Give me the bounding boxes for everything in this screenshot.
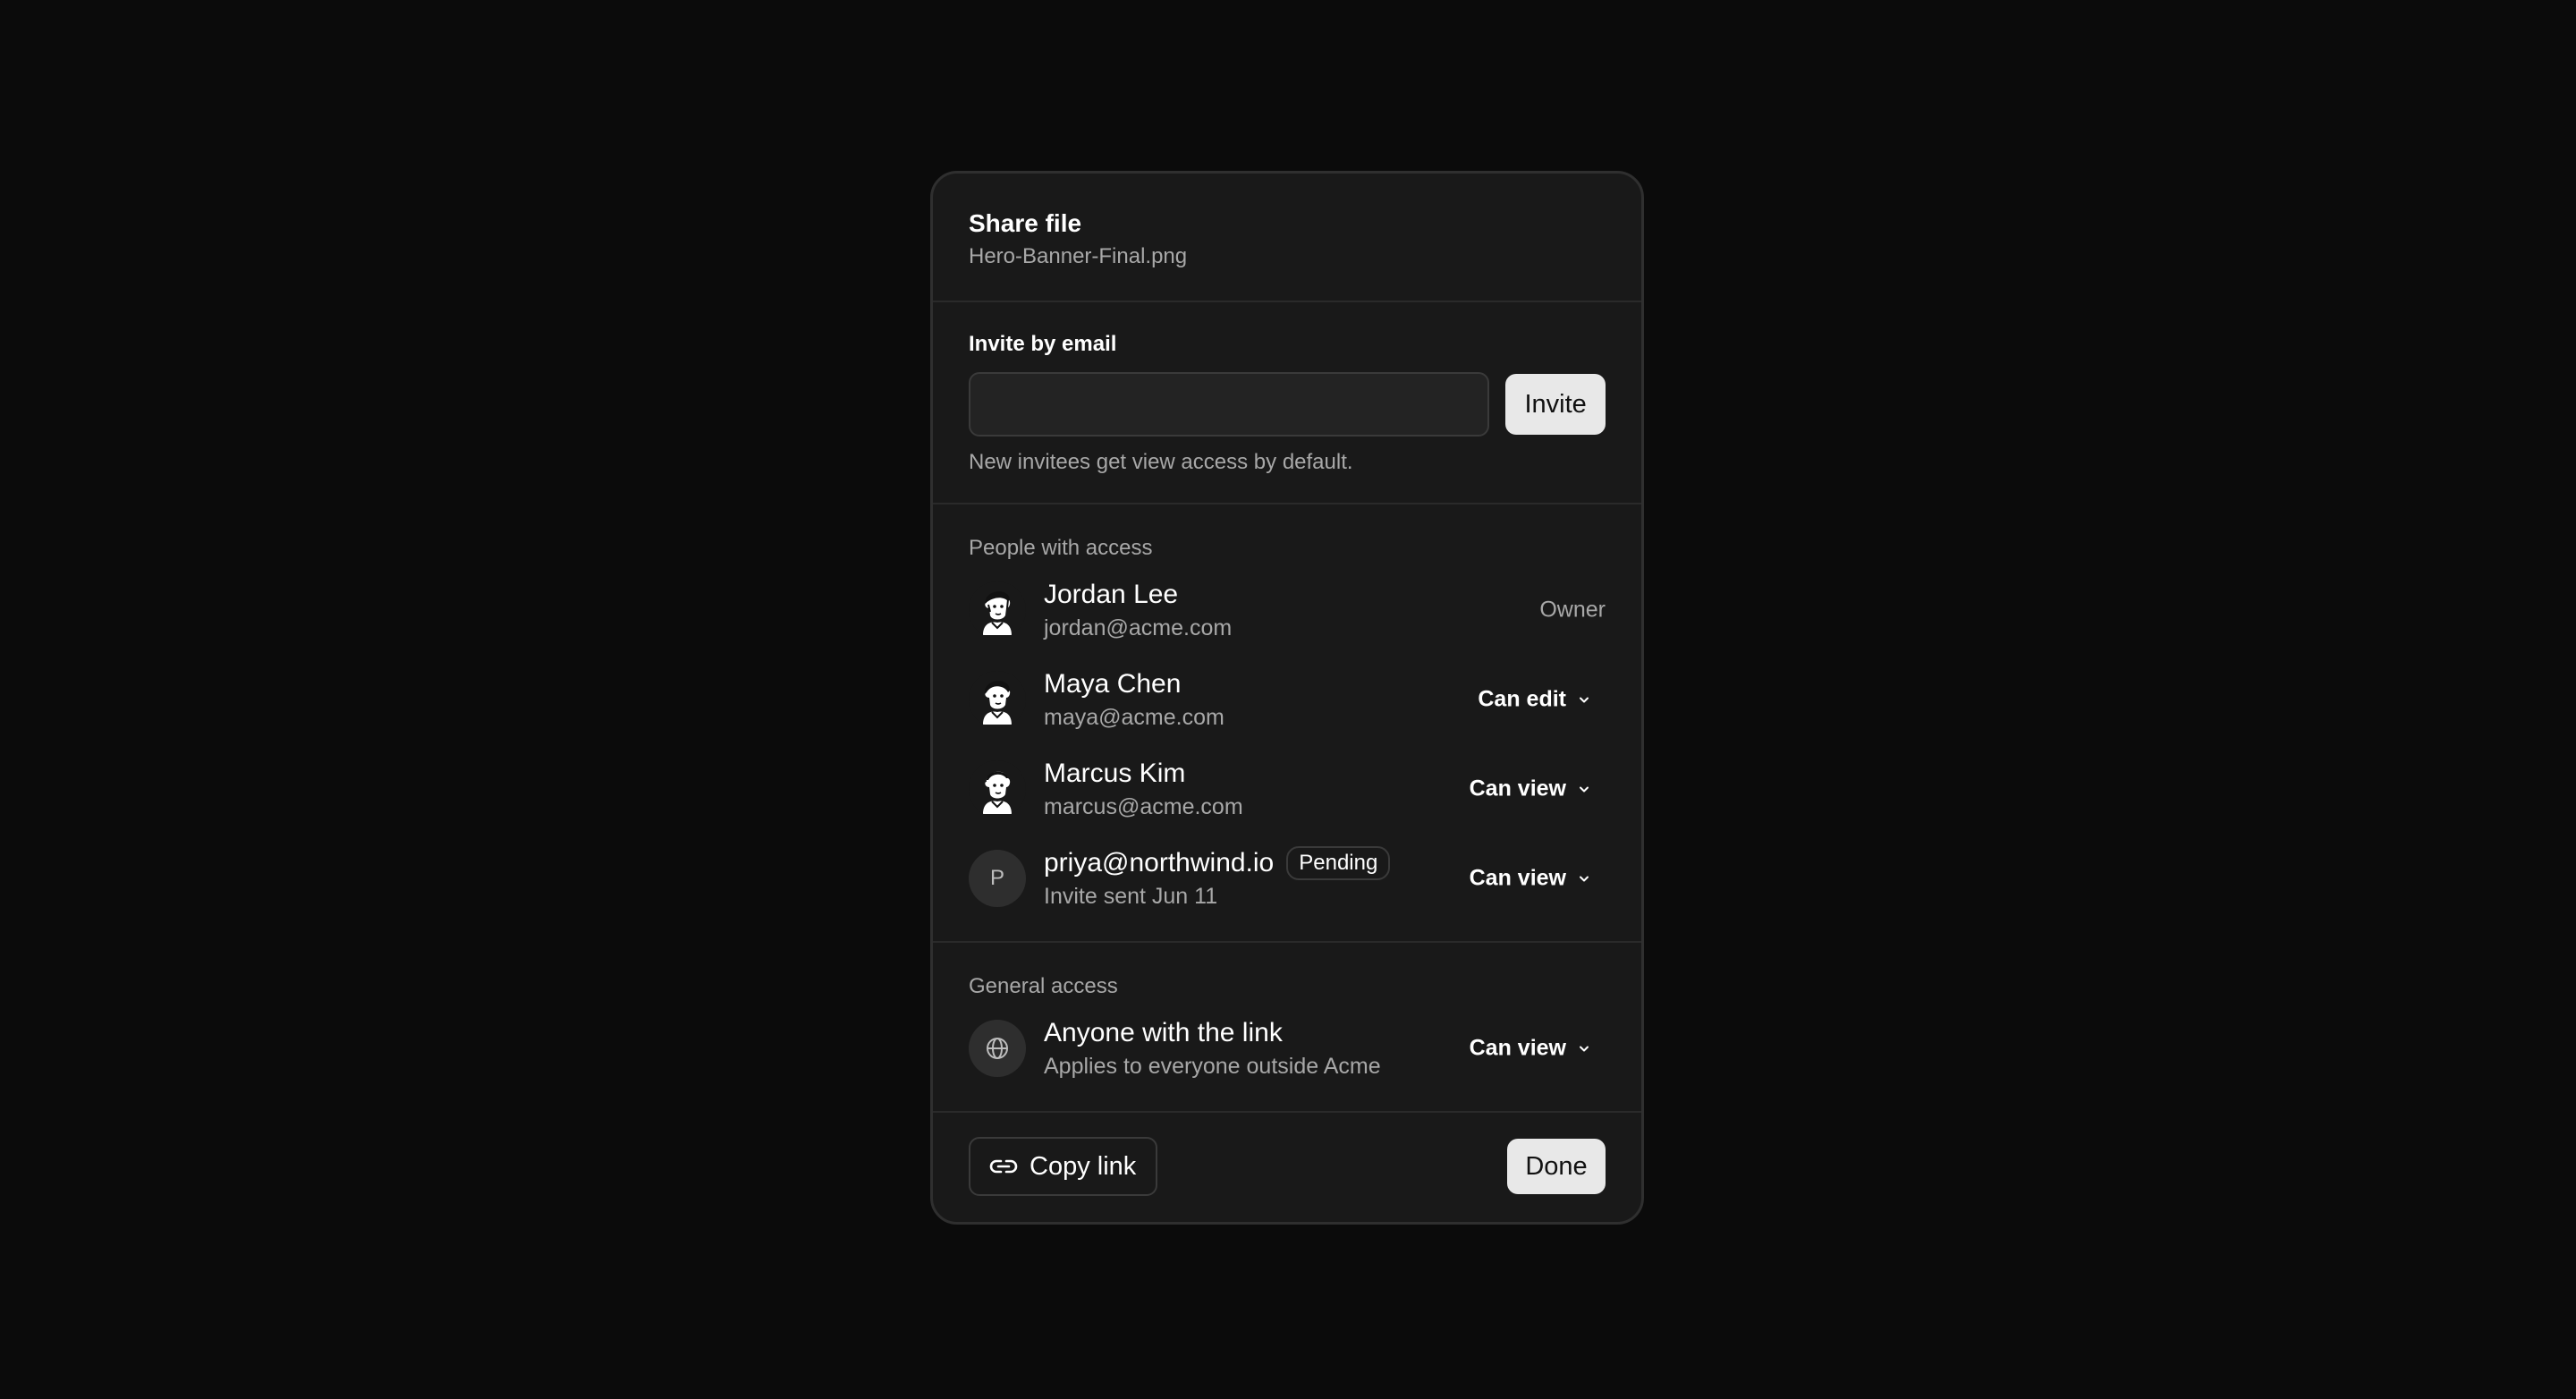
person-name: Jordan Lee [1044,580,1179,609]
invite-status: Invite sent Jun 11 [1044,884,1218,909]
dialog-header: Share file Hero-Banner-Final.png [933,174,1641,302]
chevron-down-icon [1577,871,1591,886]
share-dialog: Share file Hero-Banner-Final.png Invite … [930,171,1644,1225]
person-info: Maya Chen maya@acme.com [1044,667,1224,732]
role-label: Can view [1469,776,1566,801]
role-label: Can view [1469,1035,1566,1061]
people-label: People with access [969,536,1153,560]
invite-row: Invite [969,372,1606,437]
person-name: Maya Chen [1044,669,1182,699]
copy-link-button[interactable]: Copy link [969,1137,1158,1196]
globe-icon [969,1020,1026,1077]
list-item: Maya Chen maya@acme.com Can edit [969,655,1606,744]
general-access-info: Anyone with the link Applies to everyone… [1044,1016,1381,1081]
list-item: Jordan Lee jordan@acme.com Owner [969,565,1606,655]
person-name: Marcus Kim [1044,759,1186,788]
person-info: Marcus Kim marcus@acme.com [1044,757,1243,821]
general-access-section: General access Anyone with the link Appl… [933,943,1641,1113]
general-access-label: General access [969,974,1118,998]
people-section: People with access Jordan Lee jordan@acm… [933,504,1641,943]
general-access-role-dropdown[interactable]: Can view [1470,1036,1591,1062]
person-email: maya@acme.com [1044,705,1224,730]
avatar: P [969,850,1026,907]
chevron-down-icon [1577,692,1591,707]
person-email: marcus@acme.com [1044,794,1243,819]
invite-button[interactable]: Invite [1505,374,1606,435]
owner-label: Owner [1539,597,1606,623]
email-input[interactable] [969,372,1490,437]
people-list: Jordan Lee jordan@acme.com Owner Maya Ch… [969,565,1606,923]
illustrated-avatar-icon [983,771,1012,814]
list-item: Marcus Kim marcus@acme.com Can view [969,744,1606,834]
person-name: priya@northwind.io [1044,848,1275,878]
invite-section: Invite by email Invite New invitees get … [933,302,1641,504]
dialog-footer: Copy link Done [933,1113,1641,1220]
list-item: P priya@northwind.io Pending Invite sent… [969,834,1606,923]
person-email: jordan@acme.com [1044,615,1233,640]
role-label: Can edit [1478,686,1566,712]
avatar [969,760,1026,818]
general-access-description: Applies to everyone outside Acme [1044,1054,1381,1079]
general-access-row: Anyone with the link Applies to everyone… [969,1004,1606,1093]
dialog-title: Share file [969,209,1082,237]
avatar [969,671,1026,728]
chevron-down-icon [1577,782,1591,796]
invite-label: Invite by email [969,332,1117,356]
copy-link-label: Copy link [1030,1151,1137,1181]
role-dropdown[interactable]: Can view [1470,776,1591,802]
illustrated-avatar-icon [983,591,1012,635]
person-info: priya@northwind.io Pending Invite sent J… [1044,846,1391,911]
chevron-down-icon [1577,1041,1591,1056]
role-dropdown[interactable]: Can view [1470,866,1591,892]
invite-hint: New invitees get view access by default. [969,450,1353,474]
general-access-title: Anyone with the link [1044,1018,1283,1047]
illustrated-avatar-icon [983,681,1012,725]
file-name: Hero-Banner-Final.png [969,244,1188,268]
avatar [969,581,1026,639]
status-badge: Pending [1286,846,1391,880]
role-label: Can view [1469,865,1566,891]
person-info: Jordan Lee jordan@acme.com [1044,578,1232,642]
link-icon [988,1157,1019,1175]
done-button[interactable]: Done [1507,1139,1606,1194]
role-dropdown[interactable]: Can edit [1478,687,1591,713]
